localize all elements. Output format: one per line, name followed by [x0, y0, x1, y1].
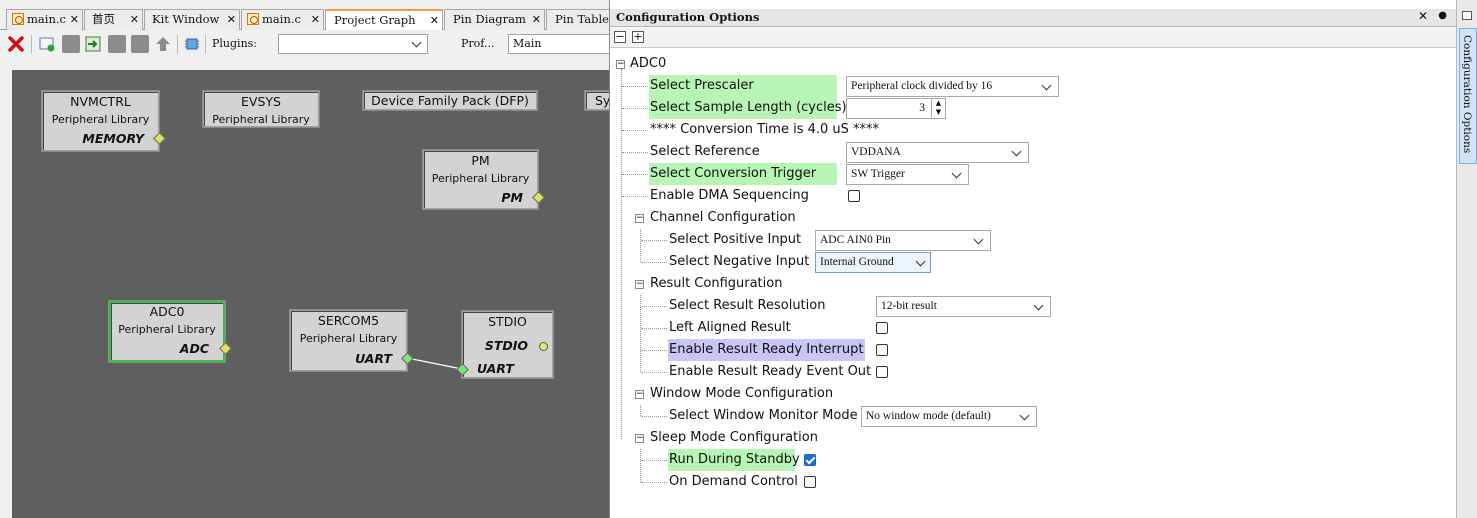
chevron-down-icon: [411, 37, 422, 48]
node-sercom5[interactable]: SERCOM5 Peripheral Library UART: [290, 310, 414, 371]
node-nvmctrl[interactable]: NVMCTRL Peripheral Library MEMORY: [42, 91, 166, 151]
chevron-down-icon: [1033, 300, 1044, 311]
window-monitor-mode-dropdown[interactable]: No window mode (default): [861, 406, 1037, 427]
node-dfp[interactable]: Device Family Pack (DFP): [363, 91, 537, 110]
group-window-mode[interactable]: Window Mode Configuration: [650, 383, 833, 405]
node-adc0[interactable]: ADC0 Peripheral Library ADC: [109, 301, 232, 362]
up-arrow-icon[interactable]: [154, 35, 172, 53]
group-result-configuration[interactable]: Result Configuration: [650, 273, 782, 295]
close-icon[interactable]: ✕: [311, 10, 320, 29]
import-icon[interactable]: [84, 35, 102, 53]
close-icon[interactable]: ✕: [130, 10, 139, 29]
chevron-down-icon: [951, 168, 962, 179]
group-sleep-mode[interactable]: Sleep Mode Configuration: [650, 427, 818, 449]
minimize-icon[interactable]: ●: [1438, 10, 1447, 21]
plugins-dropdown[interactable]: [278, 34, 428, 54]
label-select-reference: Select Reference: [650, 144, 760, 159]
graph-canvas[interactable]: NVMCTRL Peripheral Library MEMORY EVSYS …: [12, 70, 609, 518]
restore-window-icon[interactable]: [1462, 11, 1472, 20]
result-ready-event-checkbox[interactable]: [876, 366, 888, 378]
collapse-all-icon[interactable]: −: [614, 31, 626, 43]
collapse-window-icon[interactable]: −: [635, 390, 644, 399]
label-left-aligned: Left Aligned Result: [669, 320, 791, 335]
label-sample-length: Select Sample Length (cycles): [649, 97, 847, 119]
panel-title-bar: Configuration Options ✕ ●: [610, 9, 1457, 27]
result-ready-interrupt-checkbox[interactable]: [876, 344, 888, 356]
tab-kit-window[interactable]: Kit Window ✕: [144, 9, 240, 30]
tree-root-adc0[interactable]: ADC0: [630, 53, 666, 75]
profile-label: Prof...: [461, 37, 495, 50]
tab-main-c-2[interactable]: main.c ✕: [241, 9, 324, 30]
node-stdio[interactable]: STDIO STDIO UART: [456, 311, 553, 378]
chevron-down-icon: [1019, 410, 1030, 421]
result-resolution-dropdown[interactable]: 12-bit result: [876, 296, 1051, 317]
reference-dropdown[interactable]: VDDANA: [846, 142, 1029, 163]
sidebar-tab-configuration-options[interactable]: Configuration Options: [1459, 28, 1477, 164]
interface-port-icon[interactable]: [539, 342, 548, 351]
chip-icon[interactable]: [183, 35, 201, 53]
expand-all-icon[interactable]: +: [632, 31, 644, 43]
config-tree: − ADC0 Select Prescaler Peripheral clock…: [610, 52, 1457, 518]
negative-input-dropdown[interactable]: Internal Ground: [815, 252, 931, 273]
collapse-adc0-icon[interactable]: −: [616, 60, 625, 69]
group-icon[interactable]: [62, 35, 80, 53]
label-result-ready-event: Enable Result Ready Event Out: [669, 364, 872, 379]
label-result-resolution: Select Result Resolution: [669, 298, 826, 313]
close-icon[interactable]: ✕: [1418, 9, 1428, 23]
add-component-icon[interactable]: [38, 35, 56, 53]
close-icon[interactable]: ✕: [70, 10, 79, 29]
tab-main-c[interactable]: main.c ✕: [6, 9, 83, 30]
dma-sequencing-checkbox[interactable]: [848, 190, 860, 202]
positive-input-dropdown[interactable]: ADC AIN0 Pin: [815, 230, 991, 251]
label-positive-input: Select Positive Input: [669, 232, 802, 247]
collapse-result-icon[interactable]: −: [635, 280, 644, 289]
label-dma-sequencing: Enable DMA Sequencing: [650, 188, 809, 203]
editor-tab-bar: main.c ✕ 首页 ✕ Kit Window ✕ main.c ✕ Project …: [0, 9, 609, 30]
chevron-down-icon: [1011, 146, 1022, 157]
c-file-icon: [247, 13, 259, 25]
run-during-standby-checkbox[interactable]: [804, 454, 816, 466]
right-sidebar: Configuration Options: [1456, 0, 1477, 518]
collapse-channel-icon[interactable]: −: [635, 214, 644, 223]
save-icon[interactable]: [131, 35, 149, 53]
panel-toolbar: − +: [610, 28, 1457, 48]
label-run-during-standby: Run During Standby: [668, 449, 800, 471]
node-sys[interactable]: Sy: [585, 91, 609, 110]
prescaler-dropdown[interactable]: Peripheral clock divided by 16: [846, 76, 1059, 97]
delete-icon[interactable]: [7, 35, 25, 53]
label-conversion-trigger: Select Conversion Trigger: [649, 163, 837, 185]
conversion-time-text: **** Conversion Time is 4.0 uS ****: [650, 122, 880, 137]
tab-home[interactable]: 首页 ✕: [84, 9, 143, 30]
sample-length-spinner[interactable]: 3 ▲ ▼: [846, 98, 946, 119]
plugins-label: Plugins:: [212, 37, 257, 50]
node-pm[interactable]: PM Peripheral Library PM: [423, 150, 545, 209]
collapse-sleep-icon[interactable]: −: [635, 434, 644, 443]
label-on-demand-control: On Demand Control: [669, 474, 798, 489]
configuration-options-panel: Configuration Options ✕ ● − + − ADC0 Sel…: [609, 0, 1457, 518]
close-icon[interactable]: ✕: [532, 10, 541, 29]
c-file-icon: [12, 13, 24, 25]
close-icon[interactable]: ✕: [227, 10, 236, 29]
chevron-down-icon: [1041, 80, 1052, 91]
profile-dropdown[interactable]: Main: [508, 34, 609, 54]
node-evsys[interactable]: EVSYS Peripheral Library: [203, 91, 319, 127]
tab-project-graph[interactable]: Project Graph ✕: [325, 9, 443, 30]
on-demand-control-checkbox[interactable]: [804, 476, 816, 488]
label-select-prescaler: Select Prescaler: [649, 75, 837, 97]
chevron-down-icon: [915, 256, 926, 267]
close-icon[interactable]: ✕: [430, 11, 439, 30]
conversion-trigger-dropdown[interactable]: SW Trigger: [846, 164, 969, 185]
chevron-down-icon: [973, 234, 984, 245]
left-aligned-checkbox[interactable]: [876, 322, 888, 334]
label-window-monitor-mode: Select Window Monitor Mode: [669, 408, 858, 423]
spinner-arrows-icon[interactable]: ▲ ▼: [931, 99, 945, 118]
export-icon[interactable]: [108, 35, 126, 53]
tab-pin-table[interactable]: Pin Table: [546, 9, 609, 30]
label-negative-input: Select Negative Input: [669, 254, 810, 269]
label-result-ready-interrupt: Enable Result Ready Interrupt: [668, 339, 865, 361]
project-graph-pane: main.c ✕ 首页 ✕ Kit Window ✕ main.c ✕ Project …: [0, 0, 609, 518]
group-channel-configuration[interactable]: Channel Configuration: [650, 207, 796, 229]
tab-pin-diagram[interactable]: Pin Diagram ✕: [444, 9, 545, 30]
